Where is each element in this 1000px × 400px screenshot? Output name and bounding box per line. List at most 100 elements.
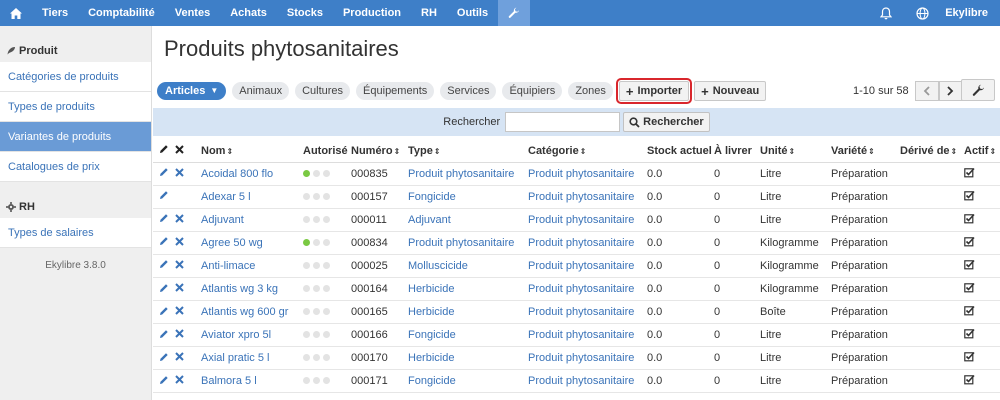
col-variete[interactable]: Variété⇕ [831,140,900,163]
cell-category[interactable]: Produit phytosanitaire [528,323,647,348]
cell-type[interactable]: Herbicide [408,300,528,325]
tab-animaux[interactable]: Animaux [232,82,290,100]
sidebar-item-types-produits[interactable]: Types de produits [0,92,151,122]
edit-icon[interactable] [159,283,169,293]
table-row[interactable]: Agree 50 wg 000834 Produit phytosanitaire P… [153,231,1000,255]
cell-type[interactable]: Molluscicide [408,254,528,278]
cell-type[interactable]: Fongicide [408,185,528,209]
user-menu[interactable]: Ekylibre [941,0,1000,26]
tab-zones[interactable]: Zones [568,82,613,100]
nav-comptabilite[interactable]: Comptabilité [78,0,165,26]
table-row[interactable]: Acoidal 800 flo 000835 Produit phytosanita… [153,162,1000,186]
table-row[interactable]: Balmora 5 l 000171 Fongicide Produit phytos… [153,369,1000,394]
edit-icon[interactable] [159,259,169,269]
nav-outils[interactable]: Outils [447,0,498,26]
cell-type[interactable]: Fongicide [408,323,528,348]
delete-icon[interactable] [175,260,184,269]
table-row[interactable]: Anti-limace 000025 Molluscicide Produit phy… [153,254,1000,278]
col-numero[interactable]: Numéro⇕ [351,140,408,163]
cell-category[interactable]: Produit phytosanitaire [528,208,647,232]
cell-name[interactable]: Adexar 5 l [201,185,303,209]
cell-category[interactable]: Produit phytosanitaire [528,231,647,255]
delete-icon[interactable] [175,306,184,315]
next-page-button[interactable] [938,81,963,101]
col-derive-de[interactable]: Dérivé de⇕ [900,140,964,163]
edit-icon[interactable] [159,329,169,339]
tab-articles[interactable]: Articles ▼ [157,82,227,100]
col-nom[interactable]: Nom⇕ [201,140,303,163]
delete-icon[interactable] [175,352,184,362]
search-input[interactable] [505,112,621,132]
delete-icon[interactable] [175,167,184,177]
prev-page-button[interactable] [914,81,939,101]
cell-type[interactable]: Herbicide [408,277,528,302]
nav-ventes[interactable]: Ventes [165,0,220,26]
tab-services[interactable]: Services [440,82,497,100]
nav-production[interactable]: Production [333,0,411,26]
new-button[interactable]: + Nouveau [694,81,767,101]
col-type[interactable]: Type⇕ [408,140,528,163]
import-button[interactable]: + Importer [615,78,693,104]
cell-type[interactable]: Produit phytosanitaire [408,231,528,255]
sidebar-item-variantes-produits[interactable]: Variantes de produits [0,122,151,152]
table-row[interactable]: Adexar 5 l 000157 Fongicide Produit phytosa… [153,185,1000,209]
cell-name[interactable]: Atlantis wg 3 kg [201,277,303,302]
col-categorie[interactable]: Catégorie⇕ [528,140,647,163]
sidebar-item-categories-produits[interactable]: Catégories de produits [0,62,151,92]
tab-equipements[interactable]: Équipements [356,82,435,100]
settings-wrench-icon[interactable] [498,0,531,26]
tab-equipiers[interactable]: Équipiers [502,82,563,100]
delete-icon[interactable] [175,375,184,385]
sidebar-item-catalogues-prix[interactable]: Catalogues de prix [0,152,151,182]
delete-icon[interactable] [175,329,184,338]
cell-name[interactable]: Acoidal 800 flo [201,162,303,186]
nav-rh[interactable]: RH [411,0,447,26]
edit-icon[interactable] [159,190,169,200]
edit-icon[interactable] [159,352,169,362]
cell-category[interactable]: Produit phytosanitaire [528,369,647,394]
cell-type[interactable]: Produit phytosanitaire [408,162,528,186]
table-row[interactable]: Aviator xpro 5l 000166 Fongicide Produit ph… [153,323,1000,348]
list-settings-button[interactable] [961,79,995,101]
cell-name[interactable]: Atlantis wg 600 gr [201,300,303,325]
cell-category[interactable]: Produit phytosanitaire [528,346,647,371]
cell-type[interactable]: Fongicide [408,369,528,394]
cell-stock: 0.0 [647,231,714,255]
table-row[interactable]: Atlantis wg 600 gr 000165 Herbicide Produit… [153,300,1000,325]
delete-icon[interactable] [175,214,184,223]
delete-icon[interactable] [175,237,184,246]
nav-achats[interactable]: Achats [220,0,277,26]
cell-name[interactable]: Agree 50 wg [201,231,303,255]
cell-category[interactable]: Produit phytosanitaire [528,300,647,325]
edit-icon[interactable] [159,375,169,385]
tab-cultures[interactable]: Cultures [295,82,351,100]
cell-name[interactable]: Balmora 5 l [201,369,303,394]
cell-category[interactable]: Produit phytosanitaire [528,277,647,302]
bell-icon[interactable] [868,0,904,26]
home-icon[interactable] [0,0,32,26]
edit-icon[interactable] [159,213,169,223]
cell-category[interactable]: Produit phytosanitaire [528,254,647,278]
cell-type[interactable]: Herbicide [408,346,528,371]
cell-type[interactable]: Adjuvant [408,208,528,232]
cell-category[interactable]: Produit phytosanitaire [528,162,647,186]
col-unite[interactable]: Unité⇕ [760,140,831,163]
cell-category[interactable]: Produit phytosanitaire [528,185,647,209]
edit-icon[interactable] [159,306,169,316]
nav-stocks[interactable]: Stocks [277,0,333,26]
table-row[interactable]: Axial pratic 5 l 000170 Herbicide Produit p… [153,346,1000,371]
cell-name[interactable]: Anti-limace [201,254,303,278]
sidebar-item-types-salaires[interactable]: Types de salaires [0,218,151,248]
nav-tiers[interactable]: Tiers [32,0,78,26]
cell-name[interactable]: Axial pratic 5 l [201,346,303,371]
table-row[interactable]: Adjuvant 000011 Adjuvant Produit phytosanit… [153,208,1000,232]
search-button[interactable]: Rechercher [623,112,710,132]
globe-icon[interactable] [904,0,941,26]
delete-icon[interactable] [175,283,184,292]
cell-name[interactable]: Adjuvant [201,208,303,232]
edit-icon[interactable] [159,167,169,177]
table-row[interactable]: Atlantis wg 3 kg 000164 Herbicide Produit p… [153,277,1000,302]
cell-name[interactable]: Aviator xpro 5l [201,323,303,348]
col-actif[interactable]: Actif⇕ [964,140,1000,163]
edit-icon[interactable] [159,236,169,246]
